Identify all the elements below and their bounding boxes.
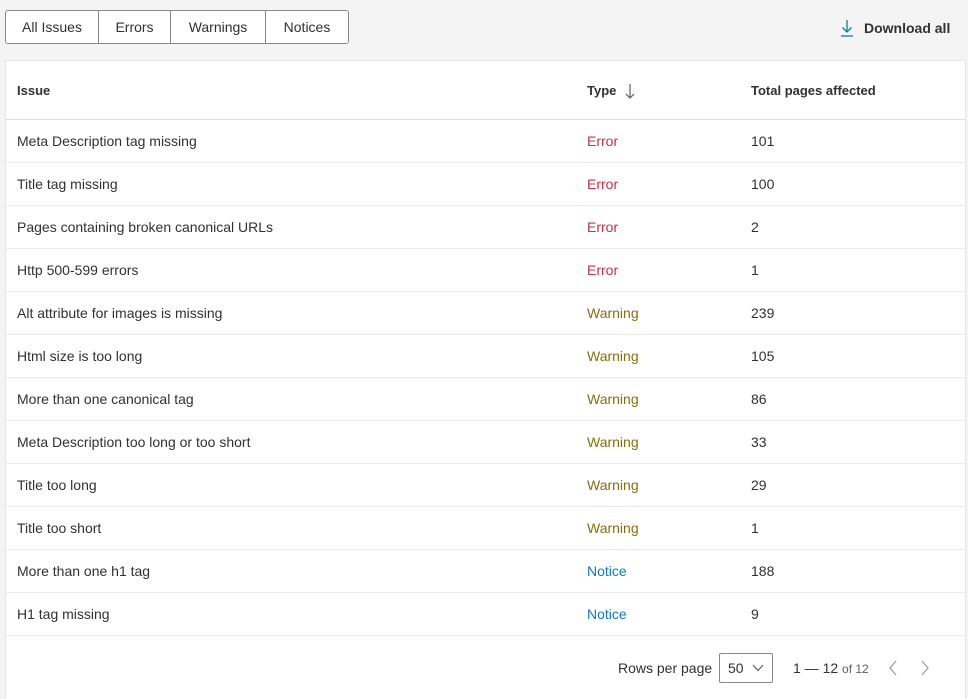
- chevron-down-icon: [752, 664, 764, 672]
- table-row[interactable]: More than one canonical tag Warning 86: [6, 378, 965, 421]
- issue-name: Meta Description tag missing: [17, 133, 197, 149]
- download-icon: [841, 20, 853, 37]
- pagination: Rows per page 50 1 — 12 of 12: [6, 651, 965, 687]
- pages-affected-count: 29: [751, 477, 767, 493]
- table-row[interactable]: More than one h1 tag Notice 188: [6, 550, 965, 593]
- download-all-label: Download all: [864, 20, 951, 36]
- pages-affected-count: 9: [751, 606, 759, 622]
- issue-name: Pages containing broken canonical URLs: [17, 219, 274, 235]
- tab-errors[interactable]: Errors: [99, 11, 171, 43]
- table-row[interactable]: Html size is too long Warning 105: [6, 335, 965, 378]
- table-row[interactable]: Title too short Warning 1: [6, 507, 965, 550]
- issue-filter-tabs: All Issues Errors Warnings Notices: [5, 10, 349, 44]
- column-header-type-label: Type: [587, 83, 617, 98]
- tab-all-issues[interactable]: All Issues: [6, 11, 99, 43]
- issue-type: Warning: [587, 477, 639, 493]
- issue-name: Title tag missing: [17, 176, 118, 192]
- tab-notices[interactable]: Notices: [266, 11, 348, 43]
- issue-name: Title too short: [17, 520, 102, 536]
- rows-per-page-label: Rows per page: [618, 660, 713, 676]
- table-row[interactable]: Pages containing broken canonical URLs Er…: [6, 206, 965, 249]
- column-header-type[interactable]: Type: [587, 61, 635, 120]
- page-range: 1 — 12 of 12: [793, 660, 869, 676]
- issue-name: Html size is too long: [17, 348, 143, 364]
- table-row[interactable]: Meta Description tag missing Error 101: [6, 120, 965, 163]
- issue-type: Error: [587, 176, 619, 192]
- page-range-total: of 12: [842, 662, 869, 676]
- issue-type: Warning: [587, 348, 639, 364]
- pages-affected-count: 105: [751, 348, 775, 364]
- table-row[interactable]: Meta Description too long or too short Wa…: [6, 421, 965, 464]
- issue-name: Alt attribute for images is missing: [17, 305, 223, 321]
- issue-name: More than one h1 tag: [17, 563, 151, 579]
- chevron-left-icon: [889, 660, 897, 676]
- rows-per-page-value: 50: [728, 660, 744, 676]
- pages-affected-count: 2: [751, 219, 759, 235]
- table-row[interactable]: Http 500-599 errors Error 1: [6, 249, 965, 292]
- issue-name: Meta Description too long or too short: [17, 434, 251, 450]
- issue-type: Notice: [587, 563, 627, 579]
- pages-affected-count: 188: [751, 563, 775, 579]
- column-header-issue[interactable]: Issue: [17, 61, 50, 120]
- issue-type: Notice: [587, 606, 627, 622]
- column-header-total-pages[interactable]: Total pages affected: [751, 61, 876, 120]
- issue-name: H1 tag missing: [17, 606, 110, 622]
- rows-per-page-select[interactable]: 50: [719, 653, 773, 683]
- issue-type: Warning: [587, 520, 639, 536]
- pages-affected-count: 100: [751, 176, 775, 192]
- pages-affected-count: 1: [751, 262, 759, 278]
- download-all-button[interactable]: Download all: [840, 17, 950, 39]
- pages-affected-count: 33: [751, 434, 767, 450]
- chevron-right-icon: [921, 660, 929, 676]
- issue-type: Warning: [587, 391, 639, 407]
- issue-type: Error: [587, 133, 619, 149]
- issue-name: Http 500-599 errors: [17, 262, 139, 278]
- issues-table-card: Issue Type Total pages affected Meta Des…: [5, 60, 966, 699]
- table-row[interactable]: Title too long Warning 29: [6, 464, 965, 507]
- table-row[interactable]: Alt attribute for images is missing Warni…: [6, 292, 965, 335]
- issue-name: Title too long: [17, 477, 97, 493]
- table-body: Meta Description tag missing Error 101 Titl…: [6, 120, 965, 636]
- table-header: Issue Type Total pages affected: [6, 61, 965, 120]
- arrow-down-icon: [625, 83, 635, 99]
- pages-affected-count: 1: [751, 520, 759, 536]
- issue-name: More than one canonical tag: [17, 391, 194, 407]
- pages-affected-count: 239: [751, 305, 775, 321]
- issue-type: Error: [587, 219, 619, 235]
- table-row[interactable]: Title tag missing Error 100: [6, 163, 965, 206]
- issue-type: Error: [587, 262, 619, 278]
- next-page-button[interactable]: [914, 657, 936, 679]
- page-range-value: 1 — 12: [793, 660, 839, 676]
- issue-type: Warning: [587, 434, 639, 450]
- tab-warnings[interactable]: Warnings: [171, 11, 266, 43]
- issue-type: Warning: [587, 305, 639, 321]
- table-row[interactable]: H1 tag missing Notice 9: [6, 593, 965, 636]
- toolbar: All Issues Errors Warnings Notices Downl…: [0, 0, 968, 56]
- pages-affected-count: 86: [751, 391, 767, 407]
- pages-affected-count: 101: [751, 133, 775, 149]
- previous-page-button[interactable]: [882, 657, 904, 679]
